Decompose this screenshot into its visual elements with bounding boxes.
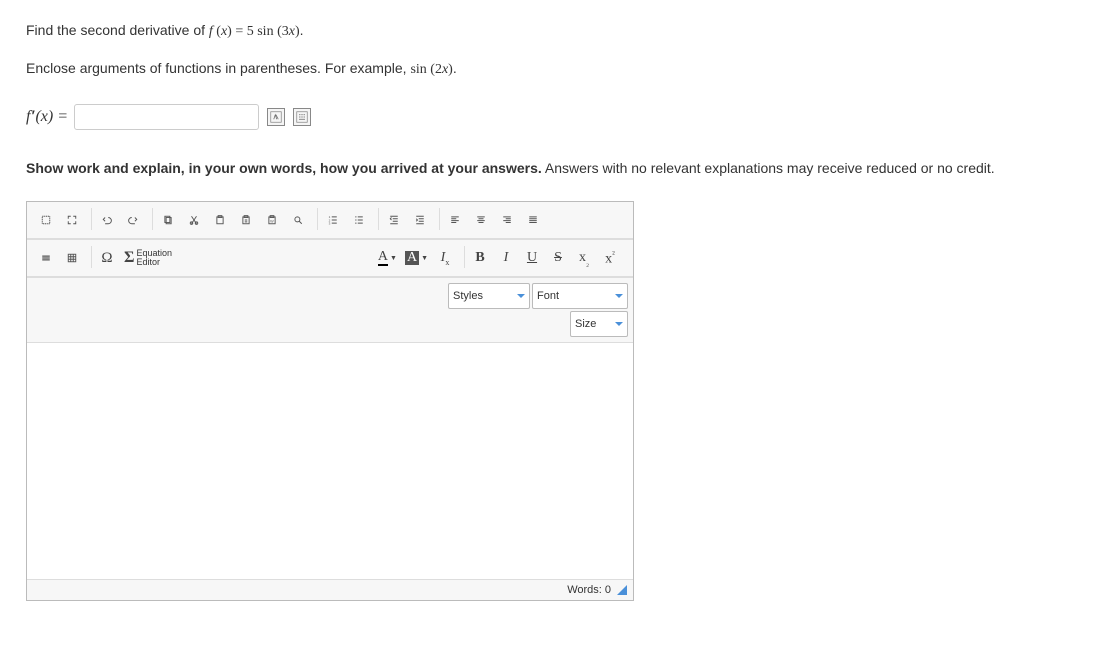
styles-select[interactable]: Styles [448,283,530,309]
toolbar-row-2: Ω Σ EquationEditor A▼ A▼ Ix B I U S x₂ x… [27,239,633,277]
bg-color-button[interactable]: A▼ [402,246,431,270]
show-work-instructions: Show work and explain, in your own words… [26,158,1087,179]
redo-button[interactable] [121,208,145,232]
bold-button[interactable]: B [468,246,492,270]
rich-text-editor: W 123 Ω Σ Equat [26,201,634,601]
svg-text:3: 3 [329,221,331,225]
align-right-button[interactable] [495,208,519,232]
paste-text-button[interactable] [234,208,258,232]
hint-text: Enclose arguments of functions in parent… [26,60,1087,78]
superscript-button[interactable]: x² [598,246,622,270]
word-count: Words: 0 [567,584,611,596]
subscript-button[interactable]: x₂ [572,246,596,270]
question-text: Find the second derivative of f (x) = 5 … [26,22,1087,40]
size-select[interactable]: Size [570,311,628,337]
remove-format-button[interactable]: Ix [433,246,457,270]
answer-label: f′′ (x) = [26,108,68,126]
bulleted-list-button[interactable] [347,208,371,232]
special-char-button[interactable]: Ω [95,246,119,270]
font-select[interactable]: Font [532,283,628,309]
cut-button[interactable] [182,208,206,232]
math-preview-icon[interactable] [267,108,285,126]
paste-word-button[interactable]: W [260,208,284,232]
answer-input[interactable] [74,104,259,130]
resize-handle[interactable] [617,585,627,595]
equation-editor-button[interactable]: Σ EquationEditor [121,246,175,270]
svg-text:W: W [270,220,274,224]
maximize-button[interactable] [60,208,84,232]
undo-button[interactable] [95,208,119,232]
align-center-button[interactable] [469,208,493,232]
align-left-button[interactable] [443,208,467,232]
paste-button[interactable] [208,208,232,232]
toolbar-row-1: W 123 [27,202,633,239]
horizontal-rule-button[interactable] [34,246,58,270]
find-button[interactable] [286,208,310,232]
editor-footer: Words: 0 [27,579,633,600]
table-button[interactable] [60,246,84,270]
text-color-button[interactable]: A▼ [375,246,400,270]
toolbar-row-3: Styles Font Size [27,277,633,343]
answer-row: f′′ (x) = [26,104,1087,130]
outdent-button[interactable] [382,208,406,232]
indent-button[interactable] [408,208,432,232]
editor-body[interactable] [27,343,633,579]
strike-button[interactable]: S [546,246,570,270]
copy-button[interactable] [156,208,180,232]
align-justify-button[interactable] [521,208,545,232]
underline-button[interactable]: U [520,246,544,270]
italic-button[interactable]: I [494,246,518,270]
numbered-list-button[interactable]: 123 [321,208,345,232]
math-keyboard-icon[interactable] [293,108,311,126]
source-button[interactable] [34,208,58,232]
